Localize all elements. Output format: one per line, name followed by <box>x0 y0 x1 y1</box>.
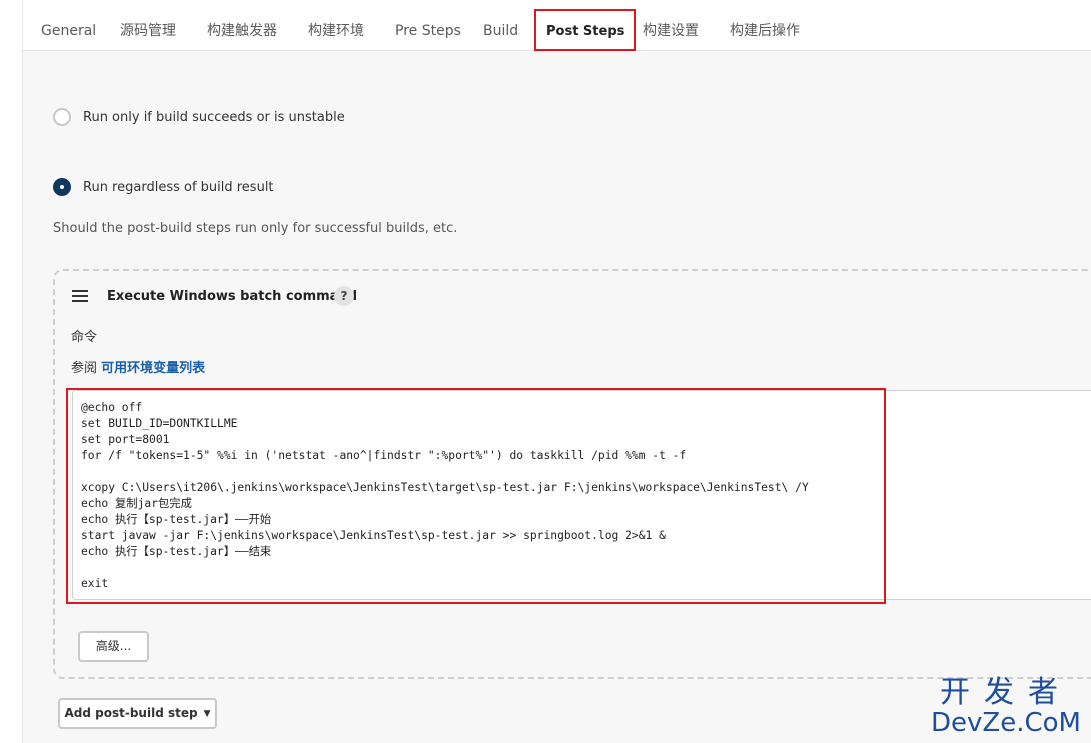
tab-general[interactable]: General <box>41 0 96 50</box>
add-post-build-step-button[interactable]: Add post-build step ▼ <box>58 698 217 729</box>
radio-button-checked[interactable] <box>53 178 71 196</box>
radio-label: Run regardless of build result <box>83 179 274 195</box>
help-icon[interactable]: ? <box>334 286 354 306</box>
left-gutter <box>0 0 23 743</box>
caret-down-icon: ▼ <box>203 709 211 719</box>
tab-source-control[interactable]: 源码管理 <box>120 0 176 50</box>
tab-build[interactable]: Build <box>483 0 518 50</box>
watermark-logo: 开发者 DevZe.CoM <box>931 675 1081 738</box>
command-field-label: 命令 <box>71 330 98 345</box>
radio-option-regardless[interactable]: Run regardless of build result <box>53 178 274 196</box>
tab-build-triggers[interactable]: 构建触发器 <box>207 0 277 50</box>
tab-build-environment[interactable]: 构建环境 <box>308 0 364 50</box>
radio-button[interactable] <box>53 108 71 126</box>
add-step-label: Add post-build step <box>64 706 198 720</box>
tab-post-steps[interactable]: Post Steps <box>534 9 637 51</box>
see-also-prefix: 参阅 <box>71 361 98 376</box>
step-title: Execute Windows batch command <box>107 289 358 304</box>
radio-option-succeeds-or-unstable[interactable]: Run only if build succeeds or is unstabl… <box>53 108 345 126</box>
post-steps-help-text: Should the post-build steps run only for… <box>53 221 458 236</box>
see-also-line: 参阅 可用环境变量列表 <box>71 357 205 376</box>
drag-handle-icon[interactable] <box>72 290 88 302</box>
section-tab-bar: General 源码管理 构建触发器 构建环境 Pre Steps Build … <box>23 0 1091 51</box>
env-vars-link[interactable]: 可用环境变量列表 <box>101 361 205 376</box>
tab-post-build-actions[interactable]: 构建后操作 <box>730 0 800 50</box>
radio-label: Run only if build succeeds or is unstabl… <box>83 109 345 125</box>
watermark-bottom: DevZe.CoM <box>931 708 1081 738</box>
watermark-top: 开发者 <box>940 675 1072 710</box>
advanced-button[interactable]: 高级... <box>78 631 149 662</box>
tab-build-settings[interactable]: 构建设置 <box>643 0 699 50</box>
tab-pre-steps[interactable]: Pre Steps <box>395 0 461 50</box>
command-text[interactable]: @echo off set BUILD_ID=DONTKILLME set po… <box>81 400 809 592</box>
